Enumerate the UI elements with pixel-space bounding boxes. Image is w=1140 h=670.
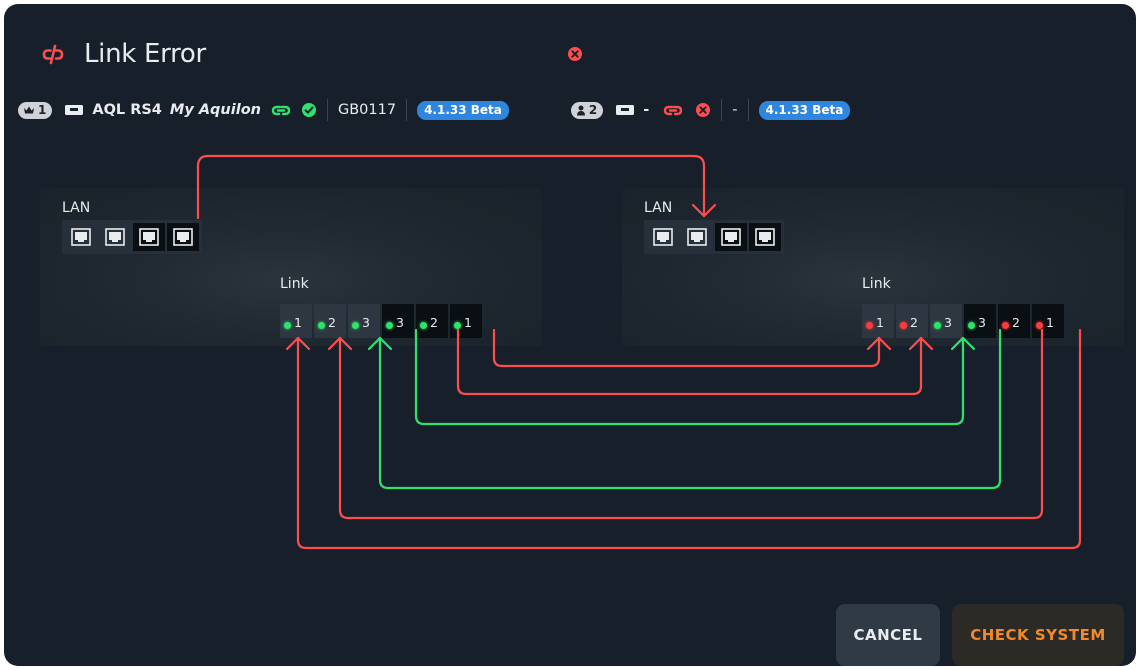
- connection-wires: [196, 154, 1082, 550]
- wire-link-3b: [378, 328, 1002, 490]
- check-system-button[interactable]: CHECK SYSTEM: [952, 604, 1124, 666]
- wire-link-3a: [414, 328, 965, 426]
- cancel-button[interactable]: CANCEL: [836, 604, 940, 666]
- wire-lan: [196, 154, 706, 220]
- link-error-dialog: Link Error 1 AQL RS4 My Aquilon GB0117 4…: [4, 4, 1136, 666]
- wire-link-2a: [456, 328, 923, 396]
- wire-link-1a: [492, 328, 881, 368]
